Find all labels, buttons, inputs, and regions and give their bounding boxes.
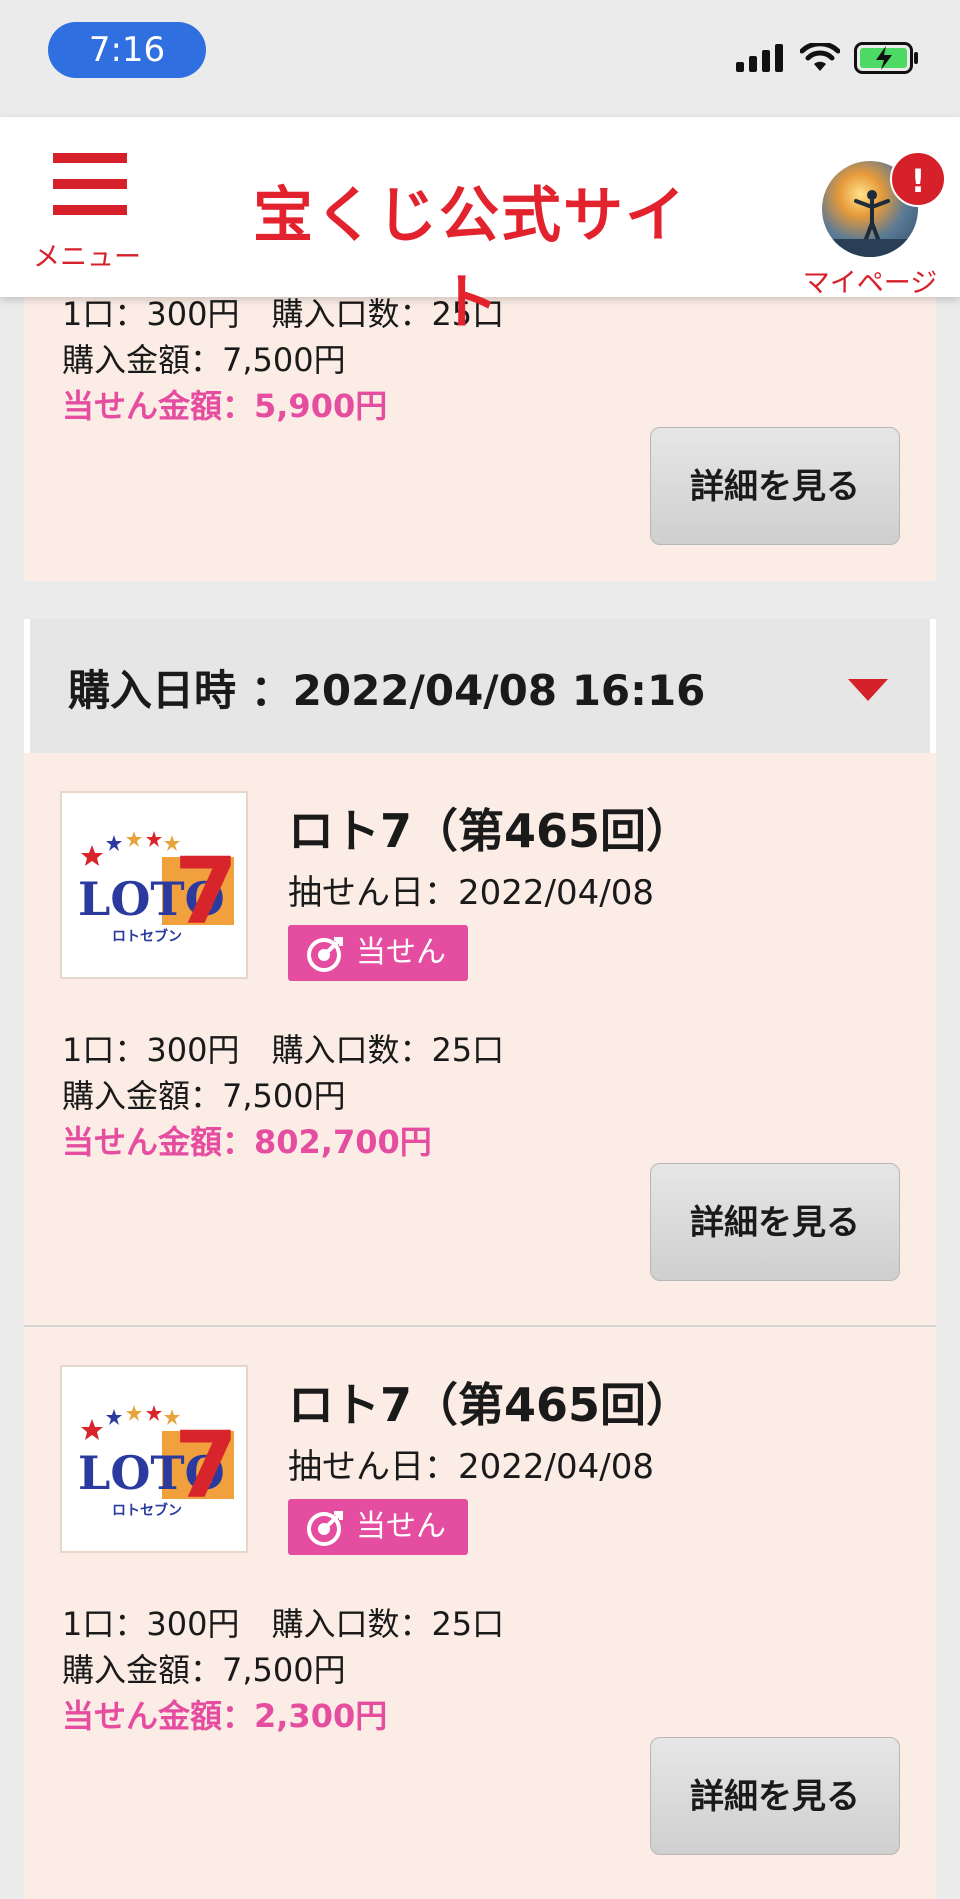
win-status-badge: 当せん [288, 1499, 468, 1555]
game-name: ロト7（第465回） [288, 1378, 693, 1432]
draw-date: 抽せん日：2022/04/08 [288, 873, 654, 913]
menu-label: メニュー [33, 242, 141, 273]
purchase-amount: 購入金額：7,500円 [62, 1651, 346, 1689]
caret-down-icon [848, 679, 888, 701]
unit-price-count: 1口：300円 購入口数：25口 [62, 1605, 505, 1643]
site-title-logo[interactable]: 宝くじ公式サイト [230, 167, 710, 341]
game-name: ロト7（第465回） [288, 804, 693, 858]
draw-date: 抽せん日：2022/04/08 [288, 1447, 654, 1487]
status-bar: 7:16 [0, 0, 960, 117]
target-hit-icon [307, 937, 343, 972]
prize-amount: 当せん金額：802,700円 [62, 1123, 432, 1161]
purchase-amount: 購入金額：7,500円 [62, 341, 346, 379]
target-hit-icon [307, 1511, 343, 1546]
logo-kana: ロトセブン [112, 928, 182, 945]
alert-badge: ! [890, 151, 946, 207]
win-status-label: 当せん [356, 1509, 446, 1544]
unit-price-count: 1口：300円 購入口数：25口 [62, 1031, 505, 1069]
app-header: メニュー 宝くじ公式サイト ! マイページ [0, 117, 960, 338]
mypage-label: マイページ [802, 268, 938, 299]
ticket-card: LOTO 7 ロトセブン ロト7（第465回） 抽せん日：2022/04/08 … [24, 753, 936, 1325]
view-details-button[interactable]: 詳細を見る [650, 1737, 900, 1855]
purchase-amount: 購入金額：7,500円 [62, 1077, 346, 1115]
purchase-history-list: 1口：300円 購入口数：25口 購入金額：7,500円 当せん金額：5,900… [24, 295, 936, 1899]
menu-button[interactable]: メニュー [22, 153, 152, 283]
mypage-button[interactable]: ! マイページ [790, 141, 950, 299]
prize-amount: 当せん金額：5,900円 [62, 387, 388, 425]
win-status-label: 当せん [356, 935, 446, 970]
view-details-button[interactable]: 詳細を見る [650, 1163, 900, 1281]
status-time: 7:16 [48, 22, 206, 78]
wifi-icon [800, 43, 840, 71]
logo-number: 7 [174, 1412, 238, 1519]
win-status-badge: 当せん [288, 925, 468, 981]
logo-number: 7 [174, 838, 238, 945]
hamburger-icon [53, 153, 127, 215]
signal-icon [736, 44, 783, 72]
loto7-logo: LOTO 7 ロトセブン [60, 1365, 248, 1553]
status-icons [736, 38, 920, 78]
purchase-date-header[interactable]: 購入日時 ：2022/04/08 16:16 [24, 619, 936, 753]
loto7-logo: LOTO 7 ロトセブン [60, 791, 248, 979]
view-details-button[interactable]: 詳細を見る [650, 427, 900, 545]
prize-amount: 当せん金額：2,300円 [62, 1697, 388, 1735]
logo-kana: ロトセブン [112, 1502, 182, 1519]
purchase-date-label: 購入日時 ：2022/04/08 16:16 [68, 666, 706, 715]
battery-charging-icon [854, 42, 918, 74]
ticket-card: LOTO 7 ロトセブン ロト7（第465回） 抽せん日：2022/04/08 … [24, 1325, 936, 1899]
